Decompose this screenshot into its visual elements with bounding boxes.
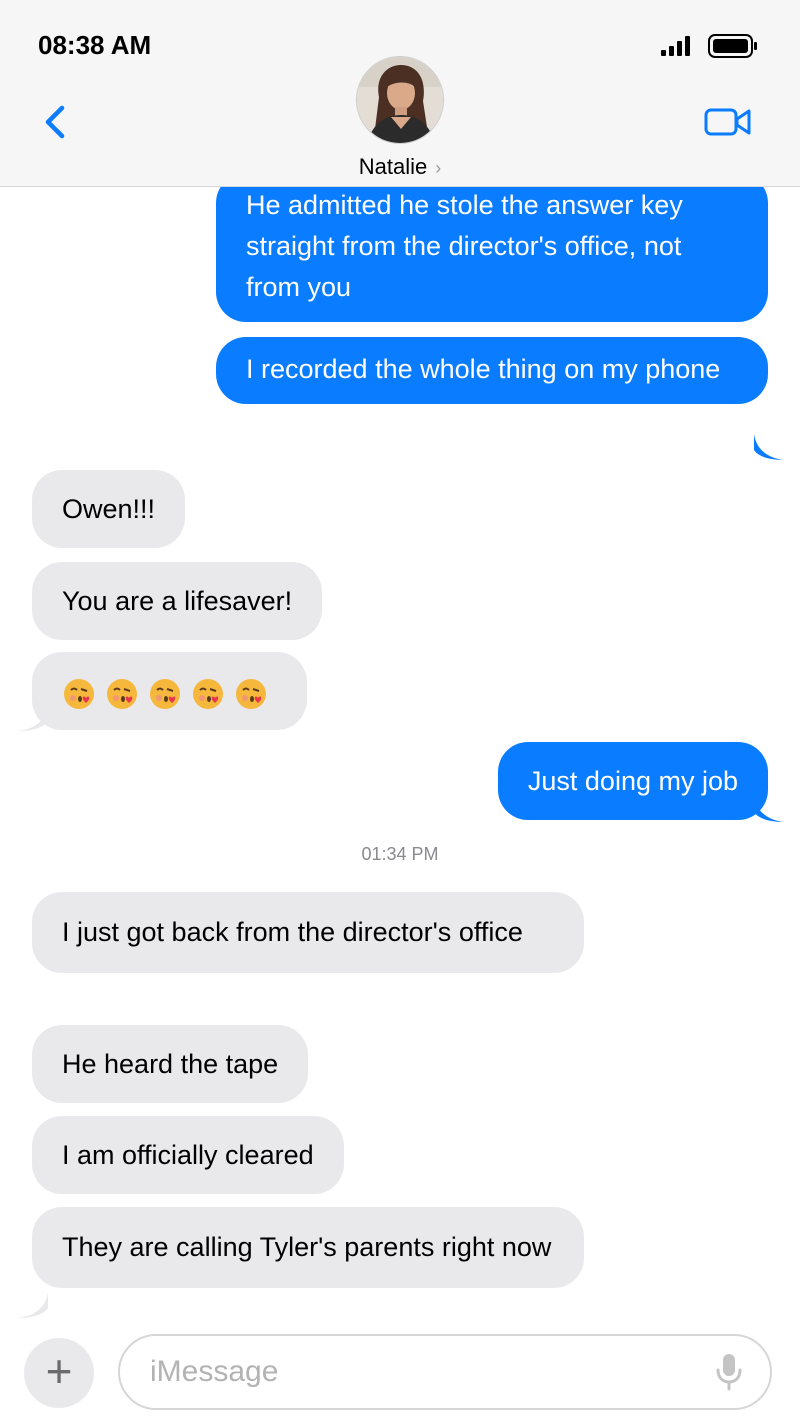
message-text: I recorded the whole thing on my phone xyxy=(246,354,721,384)
outgoing-message-bubble[interactable]: I recorded the whole thing on my phone xyxy=(216,337,768,404)
message-text: They are calling Tyler's parents right n… xyxy=(62,1232,552,1262)
back-chevron-icon[interactable] xyxy=(38,102,74,142)
face-blowing-a-kiss-icon xyxy=(236,678,266,709)
microphone-icon[interactable] xyxy=(714,1352,744,1392)
incoming-emoji-bubble[interactable] xyxy=(32,652,307,730)
incoming-message-bubble[interactable]: I am officially cleared xyxy=(32,1116,344,1194)
contact-name[interactable]: Natalie › xyxy=(0,154,800,180)
message-text: Just doing my job xyxy=(527,766,738,796)
plus-icon: + xyxy=(45,1345,73,1397)
incoming-bubble-tail xyxy=(18,705,48,731)
face-blowing-a-kiss-icon xyxy=(150,678,180,709)
message-text: I am officially cleared xyxy=(62,1140,314,1170)
chevron-right-icon: › xyxy=(435,158,442,178)
imessage-input[interactable]: iMessage xyxy=(118,1334,772,1410)
conversation-header: 08:38 AM Natalie › xyxy=(0,0,800,187)
add-attachment-button[interactable]: + xyxy=(24,1338,94,1408)
outgoing-message-bubble[interactable]: Just doing my job xyxy=(497,742,768,820)
incoming-message-bubble[interactable]: Owen!!! xyxy=(32,470,186,548)
imessage-placeholder: iMessage xyxy=(150,1355,279,1388)
message-text: He admitted he stole the answer key stra… xyxy=(246,190,683,302)
contact-name-text: Natalie xyxy=(358,154,428,179)
outgoing-bubble-tail xyxy=(754,434,784,460)
message-text: I just got back from the director's offi… xyxy=(62,917,523,947)
incoming-message-bubble[interactable]: They are calling Tyler's parents right n… xyxy=(32,1207,584,1288)
battery-icon xyxy=(708,34,757,58)
outgoing-message-bubble[interactable]: He admitted he stole the answer key stra… xyxy=(216,187,768,322)
message-timestamp: 01:34 PM xyxy=(361,844,439,864)
message-text: You are a lifesaver! xyxy=(62,586,293,616)
face-blowing-a-kiss-icon xyxy=(107,678,137,709)
contact-avatar[interactable] xyxy=(356,56,444,144)
status-time: 08:38 AM xyxy=(38,30,152,60)
incoming-message-bubble[interactable]: He heard the tape xyxy=(32,1025,309,1103)
message-text: Owen!!! xyxy=(62,494,156,524)
face-blowing-a-kiss-icon xyxy=(64,678,94,709)
outgoing-bubble-tail xyxy=(754,796,784,822)
incoming-message-bubble[interactable]: I just got back from the director's offi… xyxy=(32,892,584,973)
face-blowing-a-kiss-icon xyxy=(193,678,223,709)
video-camera-icon[interactable] xyxy=(704,104,752,140)
message-text: He heard the tape xyxy=(62,1049,279,1079)
avatar-photo xyxy=(357,57,443,143)
cellular-signal-icon xyxy=(661,36,690,56)
message-thread[interactable]: He admitted he stole the answer key stra… xyxy=(0,187,800,1322)
incoming-bubble-tail xyxy=(18,1292,48,1318)
incoming-message-bubble[interactable]: You are a lifesaver! xyxy=(32,562,323,640)
